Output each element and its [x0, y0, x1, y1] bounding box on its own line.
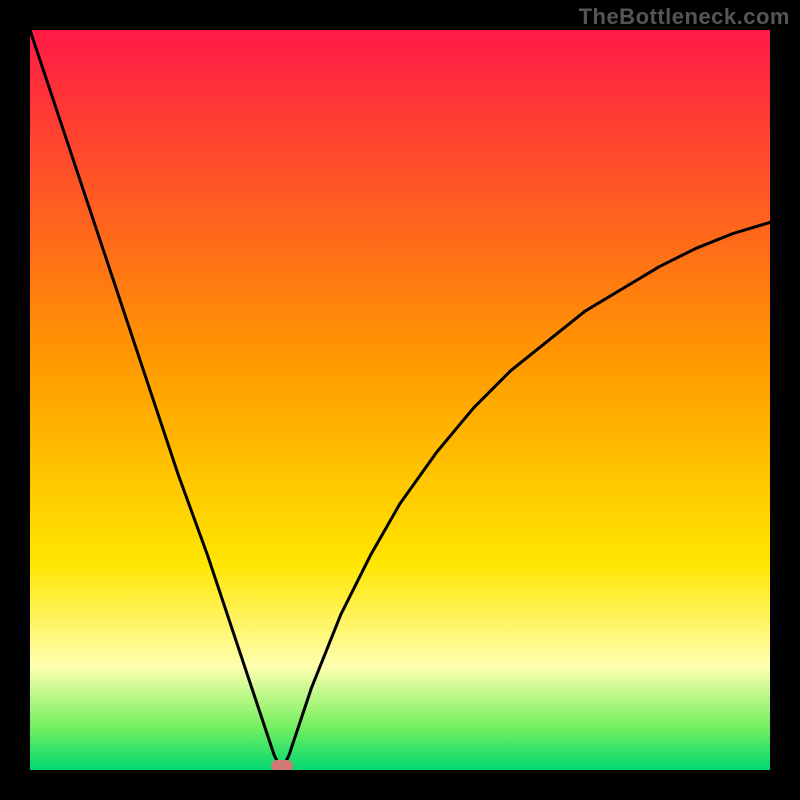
minimum-marker	[271, 760, 293, 770]
chart-frame: TheBottleneck.com	[0, 0, 800, 800]
watermark-text: TheBottleneck.com	[579, 4, 790, 30]
bottleneck-curve-line	[30, 30, 770, 770]
plot-area	[30, 30, 770, 770]
